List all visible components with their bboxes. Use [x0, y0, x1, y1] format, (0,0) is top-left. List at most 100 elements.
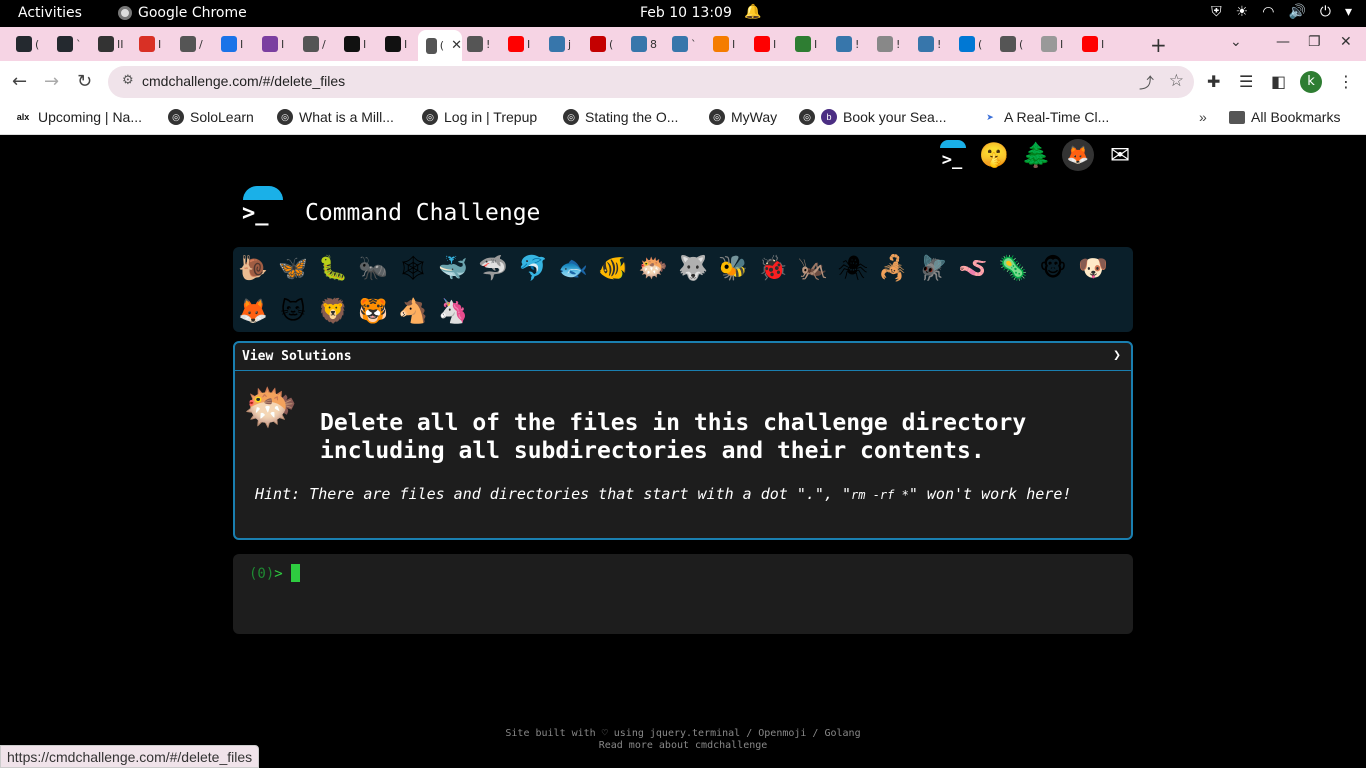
gitlab-icon[interactable]: 🦊 [1062, 139, 1094, 171]
envelope-icon[interactable]: ✉ [1104, 138, 1136, 172]
browser-tab[interactable]: ( [951, 32, 991, 56]
level-fly-icon[interactable]: 🪰 [917, 252, 949, 284]
forward-arrow-icon[interactable]: → [44, 71, 59, 92]
footer-credits[interactable]: Site built with ♡ using jquery.terminal … [0, 728, 1366, 740]
cmdchallenge-home-icon[interactable]: >_ [936, 138, 968, 172]
level-unicorn-icon[interactable]: 🦄 [437, 295, 469, 327]
level-fish-icon[interactable]: 🐟 [557, 252, 589, 284]
shushing-face-icon[interactable]: 🤫 [978, 138, 1010, 172]
view-solutions-toggle[interactable]: View Solutions ❯ [235, 343, 1131, 371]
bookmark-book-seat[interactable]: ◎ b Book your Sea... [799, 109, 947, 125]
bookmark-realtime[interactable]: ➤ A Real-Time Cl... [982, 109, 1109, 125]
browser-tab[interactable]: I [131, 32, 171, 56]
level-tiger-icon[interactable]: 🐯 [357, 295, 389, 327]
site-info-icon[interactable]: ⚙ [122, 73, 134, 88]
browser-tab[interactable]: I [746, 32, 786, 56]
browser-tab[interactable]: I [787, 32, 827, 56]
tree-icon[interactable]: 🌲 [1020, 138, 1052, 172]
side-panel-icon[interactable]: ◧ [1271, 72, 1286, 91]
site-logo[interactable]: >_ [240, 186, 284, 230]
level-butterfly-icon[interactable]: 🦋 [277, 252, 309, 284]
browser-tab[interactable]: II [90, 32, 130, 56]
level-lion-icon[interactable]: 🦁 [317, 295, 349, 327]
activities-button[interactable]: Activities [18, 5, 82, 21]
level-microbe-icon[interactable]: 🦠 [997, 252, 1029, 284]
browser-tab[interactable]: I [500, 32, 540, 56]
reading-list-icon[interactable]: ☰ [1239, 72, 1253, 91]
browser-tab[interactable]: I [1074, 32, 1114, 56]
level-ladybug-icon[interactable]: 🐞 [757, 252, 789, 284]
level-cricket-icon[interactable]: 🦗 [797, 252, 829, 284]
level-bee-icon[interactable]: 🐝 [717, 252, 749, 284]
browser-tab[interactable]: ` [664, 32, 704, 56]
address-bar[interactable]: ⚙ cmdchallenge.com/#/delete_files ⤴ ☆ [108, 66, 1194, 98]
level-dolphin-icon[interactable]: 🐬 [517, 252, 549, 284]
all-bookmarks[interactable]: All Bookmarks [1229, 109, 1340, 125]
restore-icon[interactable]: ❐ [1308, 34, 1321, 50]
level-tropical-fish-icon[interactable]: 🐠 [597, 252, 629, 284]
chrome-menu-icon[interactable]: ⋮ [1338, 72, 1354, 91]
bookmark-trepup[interactable]: ◎ Log in | Trepup [422, 109, 537, 125]
tab-search-chevron-icon[interactable]: ⌄ [1230, 34, 1242, 50]
bookmark-star-icon[interactable]: ☆ [1169, 71, 1184, 91]
browser-tab[interactable]: I [705, 32, 745, 56]
terminal[interactable]: (0)> [233, 554, 1133, 634]
browser-tab[interactable]: ` [49, 32, 89, 56]
bookmark-sololearn[interactable]: ◎ SoloLearn [168, 109, 254, 125]
tab-label: I [404, 37, 408, 51]
level-wolf-icon[interactable]: 🐺 [677, 252, 709, 284]
level-monkey-icon[interactable]: 🐵 [1037, 252, 1069, 284]
level-horse-icon[interactable]: 🐴 [397, 295, 429, 327]
level-whale-icon[interactable]: 🐳 [437, 252, 469, 284]
extensions-puzzle-icon[interactable]: ✚ [1207, 72, 1220, 91]
browser-tab[interactable]: ! [910, 32, 950, 56]
browser-tab[interactable]: I [336, 32, 376, 56]
browser-tab[interactable]: (✕ [418, 30, 462, 61]
browser-tab[interactable]: ! [828, 32, 868, 56]
level-snail-icon[interactable]: 🐌 [237, 252, 269, 284]
level-cat-icon[interactable]: 🐱 [277, 295, 309, 327]
level-ant-icon[interactable]: 🐜 [357, 252, 389, 284]
system-tray[interactable]: ⛨ ☀ ◠ 🔊 ⏻ ▾ [1211, 4, 1352, 20]
profile-avatar[interactable]: k [1300, 71, 1322, 93]
browser-tab[interactable]: 8 [623, 32, 663, 56]
browser-tab[interactable]: ! [869, 32, 909, 56]
level-scorpion-icon[interactable]: 🦂 [877, 252, 909, 284]
level-shark-icon[interactable]: 🦈 [477, 252, 509, 284]
bookmark-stating[interactable]: ◎ Stating the O... [563, 109, 678, 125]
clock[interactable]: Feb 10 13:09 [640, 5, 732, 21]
browser-tab[interactable]: I [213, 32, 253, 56]
level-caterpillar-icon[interactable]: 🐛 [317, 252, 349, 284]
level-fox-icon[interactable]: 🦊 [237, 295, 269, 327]
bookmark-millennial[interactable]: ◎ What is a Mill... [277, 109, 394, 125]
share-icon[interactable]: ⤴ [1139, 72, 1154, 93]
level-worm-icon[interactable]: 🪱 [957, 252, 989, 284]
back-arrow-icon[interactable]: ← [12, 71, 27, 92]
level-dog-icon[interactable]: 🐶 [1077, 252, 1109, 284]
browser-tab[interactable]: / [172, 32, 212, 56]
browser-tab[interactable]: I [1033, 32, 1073, 56]
reload-icon[interactable]: ↻ [77, 71, 92, 92]
close-window-icon[interactable]: ✕ [1340, 34, 1352, 50]
app-menu[interactable]: Google Chrome [118, 5, 247, 21]
more-bookmarks-chevron-icon[interactable]: » [1199, 109, 1207, 125]
bookmark-upcoming[interactable]: alx Upcoming | Na... [14, 109, 142, 125]
browser-tab[interactable]: / [295, 32, 335, 56]
level-spider-web-icon[interactable]: 🕸 [397, 252, 429, 284]
browser-tab[interactable]: I [377, 32, 417, 56]
level-blowfish-icon[interactable]: 🐡 [637, 252, 669, 284]
level-spider-icon[interactable]: 🕷 [837, 252, 869, 284]
terminal-cursor[interactable] [291, 564, 300, 582]
tab-label: ` [76, 37, 82, 51]
notification-bell-icon[interactable]: 🔔 [744, 4, 761, 20]
browser-tab[interactable]: ( [582, 32, 622, 56]
browser-tab[interactable]: ( [992, 32, 1032, 56]
browser-tab[interactable]: j [541, 32, 581, 56]
browser-tab[interactable]: ( [8, 32, 48, 56]
new-tab-button[interactable]: + [1150, 33, 1167, 57]
minimize-icon[interactable]: — [1276, 34, 1290, 50]
url-text[interactable]: cmdchallenge.com/#/delete_files [142, 73, 345, 89]
browser-tab[interactable]: I [254, 32, 294, 56]
browser-tab[interactable]: ! [459, 32, 499, 56]
bookmark-myway[interactable]: ◎ MyWay [709, 109, 777, 125]
